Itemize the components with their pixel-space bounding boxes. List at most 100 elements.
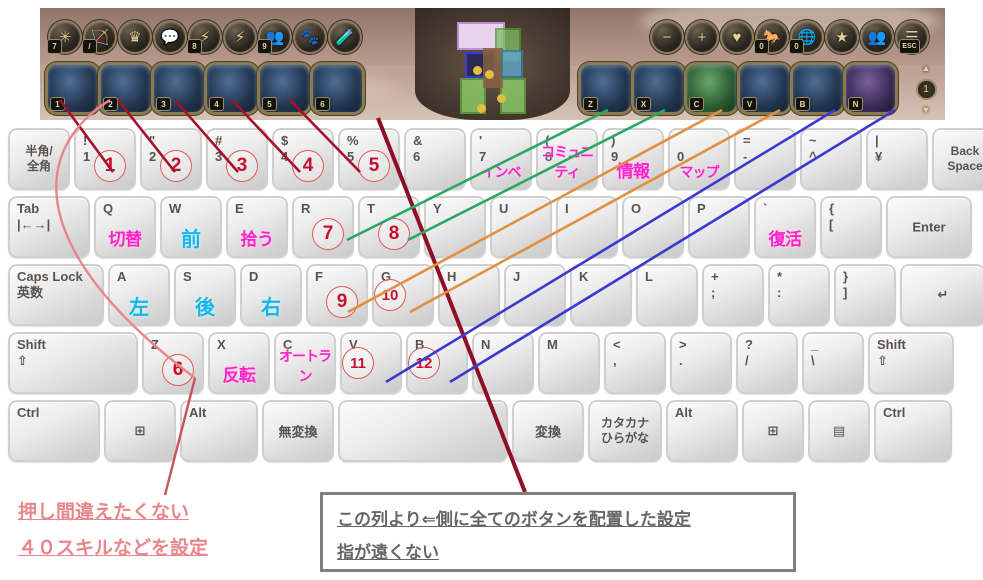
- key-p[interactable]: P: [688, 196, 750, 258]
- key-h[interactable]: H: [438, 264, 500, 326]
- key-4[interactable]: $4 4: [272, 128, 334, 190]
- key-z[interactable]: Z6: [142, 332, 204, 394]
- key-2[interactable]: " 2 2: [140, 128, 202, 190]
- key-i[interactable]: I: [556, 196, 618, 258]
- heart-icon[interactable]: ♥: [722, 22, 752, 52]
- skill-star-icon[interactable]: ✳ 7: [47, 22, 80, 54]
- key-s[interactable]: S後: [174, 264, 236, 326]
- key-3[interactable]: #3 3: [206, 128, 268, 190]
- skill-slot-c[interactable]: C: [687, 65, 736, 112]
- skill-slot-2[interactable]: 2: [101, 65, 150, 112]
- skill-slot-5[interactable]: 5: [260, 65, 309, 112]
- globe-map-icon[interactable]: 🌐 0: [789, 22, 822, 54]
- key-n[interactable]: N: [472, 332, 534, 394]
- key-8[interactable]: (8 コミュニティ: [536, 128, 598, 190]
- skill-slot-n[interactable]: N: [846, 65, 895, 112]
- key-d[interactable]: D右: [240, 264, 302, 326]
- key-x[interactable]: X 反転: [208, 332, 270, 394]
- key-yen[interactable]: | ¥: [866, 128, 928, 190]
- potion-icon[interactable]: 🧪: [330, 22, 360, 52]
- skill-slot-x[interactable]: X: [634, 65, 683, 112]
- key-o[interactable]: O: [622, 196, 684, 258]
- key-c[interactable]: C オートラン: [274, 332, 336, 394]
- key-e[interactable]: E 拾う: [226, 196, 288, 258]
- pager-up-icon[interactable]: ▲: [922, 63, 931, 73]
- minus-icon[interactable]: −: [652, 22, 682, 52]
- skill-slot-4[interactable]: 4: [207, 65, 256, 112]
- skill-slot-3[interactable]: 3: [154, 65, 203, 112]
- key-1[interactable]: ! 1 1: [74, 128, 136, 190]
- key-backslash[interactable]: _ \: [802, 332, 864, 394]
- key-space[interactable]: [338, 400, 508, 462]
- key-colon[interactable]: *:: [768, 264, 830, 326]
- menu-icon[interactable]: ☰ ESC: [897, 22, 927, 54]
- plus-icon[interactable]: +: [687, 22, 717, 52]
- star-icon[interactable]: ★: [827, 22, 857, 52]
- key-period[interactable]: >.: [670, 332, 732, 394]
- key-caret[interactable]: ~ ^: [800, 128, 862, 190]
- key-caps-lock[interactable]: Caps Lock 英数: [8, 264, 104, 326]
- key-tab[interactable]: Tab |←→|: [8, 196, 90, 258]
- key-backspace[interactable]: Back Space: [932, 128, 983, 190]
- key-slash[interactable]: ? /: [736, 332, 798, 394]
- key-m[interactable]: M: [538, 332, 600, 394]
- key-a[interactable]: A左: [108, 264, 170, 326]
- skillbar-pager[interactable]: ▲ 1 ▼: [913, 63, 939, 115]
- pager-down-icon[interactable]: ▼: [922, 105, 931, 115]
- key-w[interactable]: W前: [160, 196, 222, 258]
- key-5[interactable]: % 5 5: [338, 128, 400, 190]
- key-enter-bottom[interactable]: ↵: [900, 264, 983, 326]
- mount-icon[interactable]: 🐎 0: [754, 22, 787, 54]
- key-0[interactable]: 0 マップ: [668, 128, 730, 190]
- key-6[interactable]: & 6: [404, 128, 466, 190]
- key-bracket-left[interactable]: {[: [820, 196, 882, 258]
- key-k[interactable]: K: [570, 264, 632, 326]
- key-minus[interactable]: = -: [734, 128, 796, 190]
- bow-icon[interactable]: 🏹 /: [82, 22, 115, 54]
- key-win-left[interactable]: ⊞: [104, 400, 176, 462]
- skill-slot-b[interactable]: B: [793, 65, 842, 112]
- key-katakana[interactable]: カタカナ ひらがな: [588, 400, 662, 462]
- key-j[interactable]: J: [504, 264, 566, 326]
- minimap[interactable]: [415, 8, 570, 120]
- key-ctrl-right[interactable]: Ctrl: [874, 400, 952, 462]
- key-semicolon[interactable]: +;: [702, 264, 764, 326]
- key-bracket-right[interactable]: }]: [834, 264, 896, 326]
- lightning-bolt-icon[interactable]: ⚡ 8: [187, 22, 220, 54]
- chat-icon[interactable]: 💬: [155, 22, 185, 52]
- key-9[interactable]: ) 9 情報: [602, 128, 664, 190]
- key-shift-right[interactable]: Shift ⇧: [868, 332, 954, 394]
- key-menu[interactable]: ▤: [808, 400, 870, 462]
- pet-icon[interactable]: 🐾: [295, 22, 325, 52]
- key-v[interactable]: V 11: [340, 332, 402, 394]
- key-comma[interactable]: <,: [604, 332, 666, 394]
- key-f[interactable]: F9: [306, 264, 368, 326]
- key-y[interactable]: Y: [424, 196, 486, 258]
- key-alt-left[interactable]: Alt: [180, 400, 258, 462]
- key-alt-right[interactable]: Alt: [666, 400, 738, 462]
- key-b[interactable]: B 12: [406, 332, 468, 394]
- skill-slot-6[interactable]: 6: [313, 65, 362, 112]
- key-at[interactable]: ` 復活: [754, 196, 816, 258]
- key-henkan[interactable]: 変換: [512, 400, 584, 462]
- key-shift-left[interactable]: Shift ⇧: [8, 332, 138, 394]
- key-l[interactable]: L: [636, 264, 698, 326]
- skill-slot-v[interactable]: V: [740, 65, 789, 112]
- key-u[interactable]: U: [490, 196, 552, 258]
- skill-slot-z[interactable]: Z: [581, 65, 630, 112]
- party-icon[interactable]: 👥 9: [257, 22, 290, 54]
- key-muhenkan[interactable]: 無変換: [262, 400, 334, 462]
- key-t[interactable]: T8: [358, 196, 420, 258]
- key-win-right[interactable]: ⊞: [742, 400, 804, 462]
- people-icon[interactable]: 👥: [862, 22, 892, 52]
- key-ctrl-left[interactable]: Ctrl: [8, 400, 100, 462]
- key-hankaku[interactable]: 半角/全角: [8, 128, 70, 190]
- key-r[interactable]: R7: [292, 196, 354, 258]
- key-q[interactable]: Q 切替: [94, 196, 156, 258]
- energy-icon[interactable]: ⚡: [225, 22, 255, 52]
- key-7[interactable]: ' 7 インベ: [470, 128, 532, 190]
- skill-slot-1[interactable]: 1: [48, 65, 97, 112]
- crown-icon[interactable]: ♛: [120, 22, 150, 52]
- key-enter[interactable]: Enter: [886, 196, 972, 258]
- key-g[interactable]: G 10: [372, 264, 434, 326]
